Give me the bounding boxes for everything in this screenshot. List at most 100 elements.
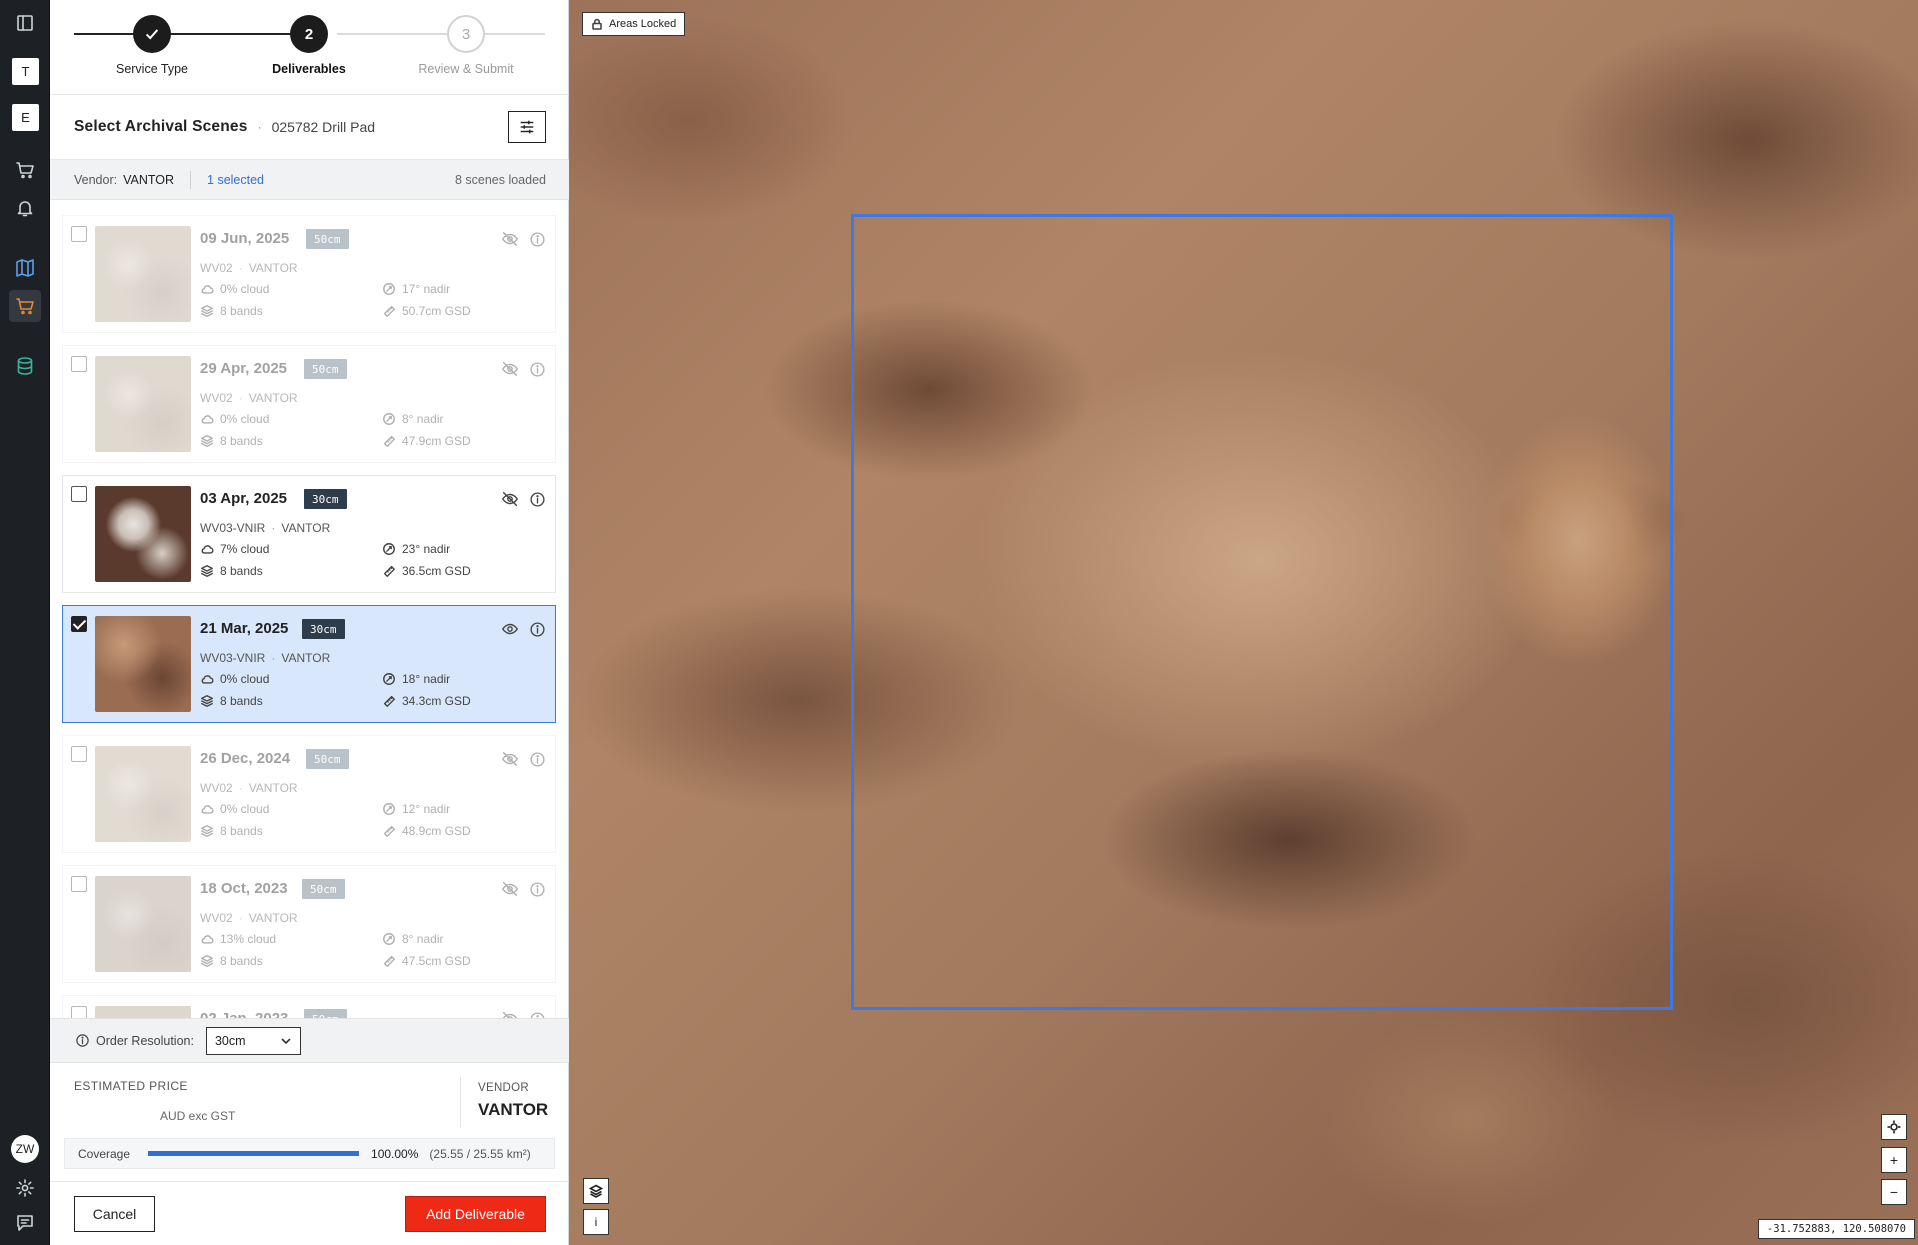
scene-thumbnail[interactable] [95, 486, 191, 582]
bands-metric: 8 bands [200, 694, 263, 708]
bands-metric: 8 bands [200, 954, 263, 968]
map-icon[interactable] [9, 252, 41, 284]
gsd-metric: 50.7cm GSD [382, 304, 471, 318]
zoom-in-button[interactable]: + [1881, 1147, 1907, 1173]
scene-card[interactable]: 18 Oct, 2023 50cm WV02 · VANTOR 13% cloud 8° n… [62, 865, 556, 983]
layers-icon [200, 824, 214, 838]
info-icon[interactable] [529, 621, 546, 638]
panel-toggle-icon[interactable] [9, 7, 41, 39]
vendor-heading: VENDOR [478, 1082, 530, 1094]
scene-sensor-line: WV02 · VANTOR [200, 781, 298, 795]
info-icon[interactable] [529, 491, 546, 508]
scene-card[interactable]: 26 Dec, 2024 50cm WV02 · VANTOR 0% cloud 12° n… [62, 735, 556, 853]
title-separator: · [257, 120, 262, 134]
info-icon[interactable] [529, 751, 546, 768]
cloud-icon [200, 282, 214, 296]
feedback-icon[interactable] [9, 1207, 41, 1239]
step-3-circle[interactable]: 3 [447, 15, 485, 53]
scenes-loaded: 8 scenes loaded [454, 172, 546, 187]
scene-vendor: VANTOR [248, 261, 298, 275]
resolution-badge: 30cm [302, 619, 345, 639]
eye-off-icon[interactable] [501, 490, 519, 508]
cart-icon[interactable] [9, 154, 41, 186]
estimated-price-label: ESTIMATED PRICE [74, 1079, 188, 1093]
scene-card[interactable]: 09 Jun, 2025 50cm WV02 · VANTOR 0% cloud 17° n… [62, 215, 556, 333]
zoom-out-button[interactable]: − [1881, 1179, 1907, 1205]
cancel-button[interactable]: Cancel [74, 1196, 155, 1232]
map-view[interactable]: Areas Locked + − i -31.752883, 120.50807… [569, 0, 1918, 1245]
coverage-label: Coverage [78, 1146, 131, 1161]
eye-off-icon[interactable] [501, 880, 519, 898]
sliders-icon [520, 120, 534, 134]
bands-metric: 8 bands [200, 564, 263, 578]
eye-off-icon[interactable] [501, 360, 519, 378]
workspace-tile-e[interactable]: E [12, 104, 39, 131]
scene-card[interactable]: 03 Apr, 2025 30cm WV03-VNIR · VANTOR 7% cloud… [62, 475, 556, 593]
scene-thumbnail[interactable] [95, 616, 191, 712]
info-icon[interactable] [529, 361, 546, 378]
scene-checkbox[interactable] [71, 1006, 87, 1018]
bands-metric: 8 bands [200, 434, 263, 448]
info-icon[interactable] [529, 1011, 546, 1018]
resolution-badge: 50cm [302, 879, 345, 899]
app-root: T E ZW 2 3 Service Type Deliverables Rev… [0, 0, 1918, 1245]
step-1-circle[interactable] [133, 15, 171, 53]
scene-card[interactable]: 02 Jan, 2023 50cm [62, 995, 556, 1018]
scene-checkbox[interactable] [71, 226, 87, 242]
add-deliverable-button[interactable]: Add Deliverable [405, 1196, 546, 1232]
map-info-button[interactable]: i [583, 1209, 609, 1235]
vendor-name: VANTOR [478, 1100, 549, 1119]
scene-checkbox[interactable] [71, 356, 87, 372]
gsd-metric: 34.3cm GSD [382, 694, 471, 708]
site-name: 025782 Drill Pad [271, 119, 376, 135]
scene-checkbox[interactable] [71, 486, 87, 502]
scene-thumbnail[interactable] [95, 876, 191, 972]
layers-button[interactable] [583, 1178, 609, 1204]
scene-thumbnail[interactable] [95, 746, 191, 842]
scene-date: 09 Jun, 2025 [200, 230, 290, 247]
bell-icon[interactable] [9, 192, 41, 224]
app-sidebar: T E ZW [0, 0, 50, 1245]
scene-date: 29 Apr, 2025 [200, 360, 288, 377]
scene-thumbnail[interactable] [95, 356, 191, 452]
orders-cart-icon[interactable] [9, 290, 41, 322]
filter-button[interactable] [508, 111, 546, 143]
scene-thumbnail[interactable] [95, 226, 191, 322]
scene-vendor: VANTOR [248, 391, 298, 405]
cloud-metric: 13% cloud [200, 932, 276, 946]
step-2-circle[interactable]: 2 [290, 15, 328, 53]
chevron-down-icon [280, 1035, 292, 1047]
info-icon[interactable] [529, 231, 546, 248]
order-resolution-select[interactable]: 30cm [205, 1026, 301, 1055]
scene-thumbnail[interactable] [95, 1006, 191, 1018]
scene-list[interactable]: 09 Jun, 2025 50cm WV02 · VANTOR 0% cloud 17° n… [50, 200, 569, 1018]
database-icon[interactable] [9, 350, 41, 382]
nadir-metric: 8° nadir [382, 412, 444, 426]
scene-card[interactable]: 29 Apr, 2025 50cm WV02 · VANTOR 0% cloud 8° na… [62, 345, 556, 463]
gear-icon[interactable] [9, 1172, 41, 1204]
scene-vendor: VANTOR [248, 911, 298, 925]
workspace-tile-t[interactable]: T [12, 58, 39, 85]
nadir-icon [382, 932, 396, 946]
area-of-interest-outline[interactable] [851, 214, 1673, 1010]
scene-checkbox[interactable] [71, 876, 87, 892]
cloud-metric: 0% cloud [200, 802, 269, 816]
nadir-metric: 17° nadir [382, 282, 450, 296]
info-icon[interactable] [529, 881, 546, 898]
scene-checkbox[interactable] [71, 616, 87, 632]
vendor-label: Vendor: [74, 172, 118, 187]
coverage-area: (25.55 / 25.55 km²) [429, 1146, 531, 1161]
bands-value: 8 bands [220, 824, 263, 838]
eye-off-icon[interactable] [501, 230, 519, 248]
locate-button[interactable] [1881, 1114, 1907, 1140]
user-avatar[interactable]: ZW [11, 1135, 39, 1163]
nadir-metric: 12° nadir [382, 802, 450, 816]
eye-icon[interactable] [501, 620, 519, 638]
scene-checkbox[interactable] [71, 746, 87, 762]
eye-off-icon[interactable] [501, 750, 519, 768]
scene-card[interactable]: 21 Mar, 2025 30cm WV03-VNIR · VANTOR 0% cloud… [62, 605, 556, 723]
eye-off-icon[interactable] [501, 1010, 519, 1018]
selected-count[interactable]: 1 selected [207, 173, 264, 187]
cloud-value: 0% cloud [220, 802, 270, 816]
areas-locked-badge[interactable]: Areas Locked [582, 12, 686, 36]
